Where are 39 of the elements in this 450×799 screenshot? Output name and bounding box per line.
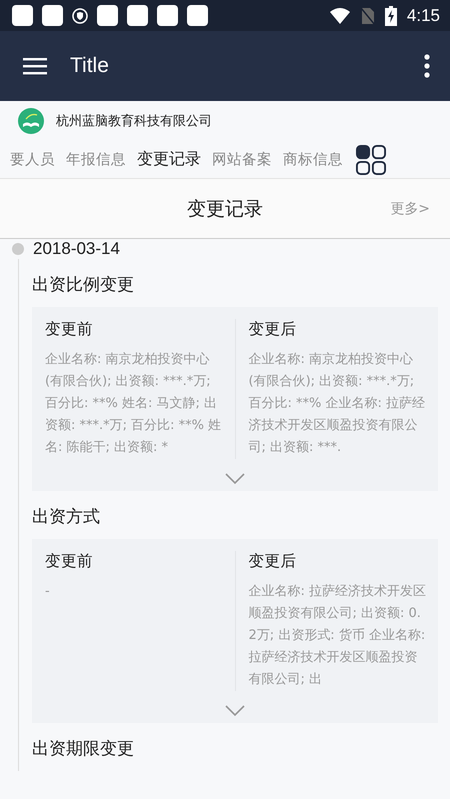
company-logo-icon <box>18 108 44 134</box>
tab[interactable]: 年报信息 <box>66 150 137 169</box>
notification-icon <box>42 5 63 26</box>
tab[interactable]: 变更记录 <box>137 149 212 170</box>
timeline-dot <box>12 243 24 255</box>
more-link[interactable]: 更多> <box>390 200 430 218</box>
change-title: 出资方式 <box>32 506 101 529</box>
company-name: 杭州蓝脑教育科技有限公司 <box>56 112 212 130</box>
column-label: 变更前 <box>45 551 94 572</box>
expand-chevron-icon[interactable] <box>225 705 245 717</box>
battery-icon <box>384 6 397 26</box>
column-label: 变更后 <box>248 319 298 340</box>
clock-time: 4:15 <box>406 6 440 26</box>
tab[interactable]: 要人员 <box>10 150 66 169</box>
expand-chevron-icon[interactable] <box>225 473 245 485</box>
no-sim-icon <box>360 6 375 24</box>
after-text: 企业名称: 拉萨经济技术开发区顺盈投资有限公司; 出资额: 0.2万; 出资形式: 货币 企业名称: 拉萨经济技术开发区顺盈投资有限公司; 出 <box>248 583 426 689</box>
column-label: 变更前 <box>45 319 94 340</box>
before-text: - <box>45 583 51 601</box>
column-label: 变更后 <box>248 551 298 572</box>
menu-icon[interactable] <box>23 57 47 75</box>
record-date: 2018-03-14 <box>33 239 120 259</box>
tab[interactable]: 网站备案 <box>212 150 283 169</box>
change-title: 出资期限变更 <box>32 738 135 761</box>
after-text: 企业名称: 南京龙柏投资中心(有限合伙); 出资额: ***.*万; 百分比: **% 企业名称: 拉萨经济技术开发区顺盈投资有限公司; 出资额: ***. <box>248 351 426 457</box>
grid-icon[interactable] <box>356 144 386 174</box>
notification-icon <box>187 5 208 26</box>
change-title: 出资比例变更 <box>32 274 135 297</box>
notification-icon <box>97 5 118 26</box>
notification-icon <box>12 5 33 26</box>
notification-icon <box>157 5 178 26</box>
before-text: 企业名称: 南京龙柏投资中心(有限合伙); 出资额: ***.*万; 百分比: **% 姓名: 马文静; 出资额: ***.*万; 百分比: **% 姓名: 陈能干; 出资额: * <box>45 351 222 457</box>
wifi-icon <box>328 6 351 24</box>
tab[interactable]: 商标信息 <box>283 150 354 169</box>
notification-icon <box>127 5 148 26</box>
more-options-icon[interactable] <box>424 54 430 78</box>
section-title: 变更记录 <box>187 196 263 222</box>
app-title: Title <box>70 54 110 78</box>
shield-icon <box>72 8 88 24</box>
